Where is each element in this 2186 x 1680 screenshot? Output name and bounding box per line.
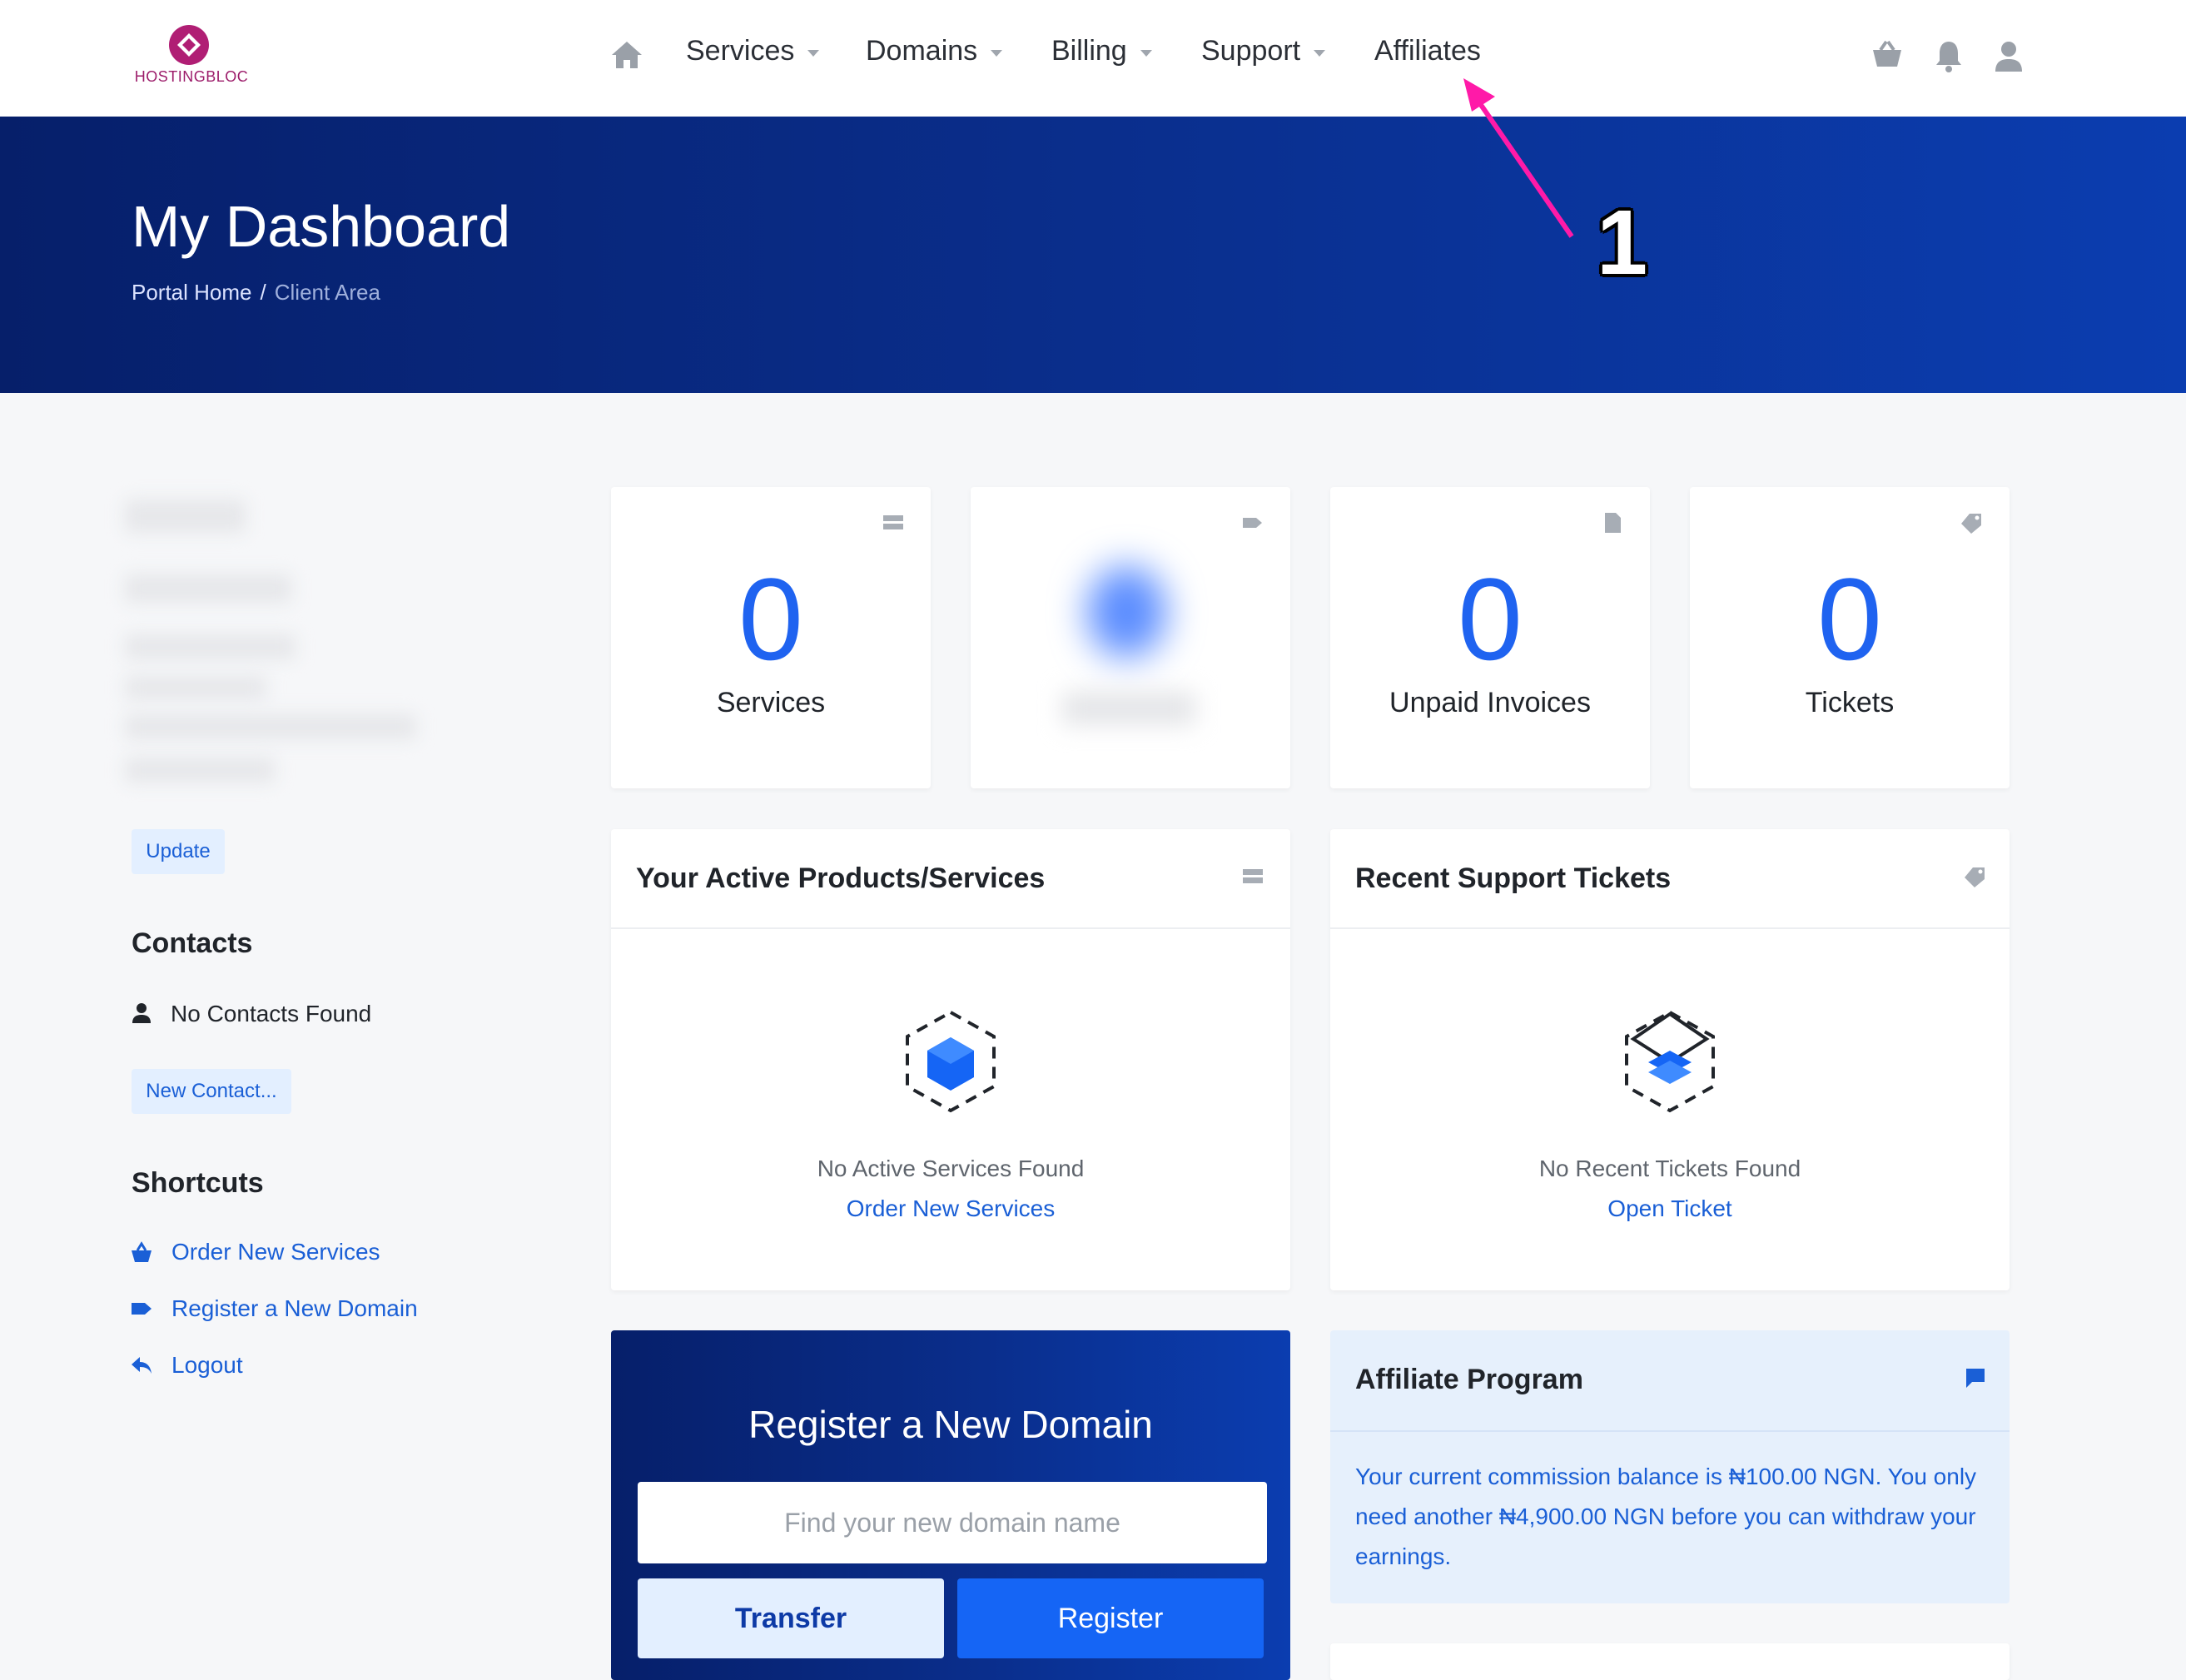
stat-card-services[interactable]: 0 Services — [611, 487, 931, 788]
bell-icon[interactable] — [1931, 38, 1966, 73]
shortcuts-heading: Shortcuts — [132, 1167, 264, 1199]
user-icon[interactable] — [1991, 38, 2026, 73]
home-icon[interactable] — [610, 40, 643, 70]
shortcut-logout[interactable]: Logout — [130, 1352, 243, 1379]
affiliate-program-panel: Affiliate Program Your current commissio… — [1330, 1330, 2010, 1603]
server-icon — [883, 515, 903, 529]
panel-divider — [1330, 1430, 2010, 1432]
cart-icon[interactable] — [1870, 38, 1905, 73]
no-active-services-text: No Active Services Found — [817, 1156, 1085, 1181]
empty-envelope-icon — [1625, 1010, 1715, 1113]
active-products-title: Your Active Products/Services — [636, 862, 1046, 894]
redacted-address-4 — [125, 758, 275, 783]
tickets-count: 0 — [1817, 554, 1882, 684]
shortcut-order-services[interactable]: Order New Services — [130, 1239, 380, 1265]
nav-billing[interactable]: Billing — [1051, 35, 1152, 67]
chevron-down-icon — [1140, 49, 1152, 57]
brand-name[interactable]: HOSTINGBLOC — [125, 68, 258, 86]
basket-icon — [132, 1241, 152, 1262]
ticket-icon — [1961, 514, 1981, 534]
chevron-down-icon — [807, 49, 820, 57]
new-contact-button[interactable]: New Contact... — [132, 1069, 291, 1114]
redacted-address-3 — [125, 714, 416, 739]
nav-services-label: Services — [686, 35, 795, 67]
register-domain-title: Register a New Domain — [748, 1403, 1153, 1446]
tag-icon — [1243, 518, 1262, 528]
active-products-panel: Your Active Products/Services No Active … — [611, 829, 1290, 1290]
breadcrumb-current: Client Area — [274, 280, 380, 305]
breadcrumb: Portal Home / Client Area — [132, 280, 380, 306]
shortcut-register-domain-label: Register a New Domain — [171, 1295, 418, 1321]
next-panel — [1330, 1643, 2010, 1680]
chevron-down-icon — [1314, 49, 1326, 57]
affiliate-program-title: Affiliate Program — [1355, 1364, 1583, 1395]
transfer-button[interactable]: Transfer — [638, 1578, 944, 1658]
nav-domains-label: Domains — [866, 35, 978, 67]
nav-billing-label: Billing — [1051, 35, 1127, 67]
tag-icon — [132, 1303, 152, 1315]
contacts-heading: Contacts — [132, 927, 253, 959]
page-title: My Dashboard — [132, 194, 511, 259]
update-button[interactable]: Update — [132, 829, 225, 874]
affiliate-commission-text: Your current commission balance is ₦100.… — [1355, 1464, 1977, 1569]
breadcrumb-separator: / — [260, 280, 266, 305]
panel-divider — [611, 927, 1290, 929]
stat-card-tickets[interactable]: 0 Tickets — [1690, 487, 2010, 788]
redacted-address-2 — [125, 676, 266, 699]
nav-domains[interactable]: Domains — [866, 35, 1003, 67]
register-domain-panel: Register a New Domain Transfer Register — [611, 1330, 1290, 1680]
user-icon — [132, 1003, 151, 1023]
nav-support[interactable]: Support — [1201, 35, 1326, 67]
top-navbar: HOSTINGBLOC Services Domains Billing Sup… — [0, 0, 2186, 117]
recent-tickets-panel: Recent Support Tickets No Recent Tickets… — [1330, 829, 2010, 1290]
domain-search-input[interactable] — [638, 1482, 1267, 1563]
ticket-icon — [1965, 867, 1985, 887]
nav-services[interactable]: Services — [686, 35, 820, 67]
document-icon — [1605, 513, 1621, 533]
shortcut-register-domain[interactable]: Register a New Domain — [130, 1295, 418, 1322]
reply-icon — [132, 1357, 152, 1374]
no-recent-tickets-text: No Recent Tickets Found — [1538, 1156, 1801, 1181]
register-button[interactable]: Register — [957, 1578, 1264, 1658]
invoices-count: 0 — [1458, 554, 1523, 684]
stat-card-redacted[interactable] — [971, 487, 1290, 788]
stat-card-invoices[interactable]: 0 Unpaid Invoices — [1330, 487, 1650, 788]
comment-icon — [1966, 1369, 1985, 1388]
redacted-address-1 — [125, 634, 296, 659]
nav-support-label: Support — [1201, 35, 1301, 67]
recent-tickets-title: Recent Support Tickets — [1355, 862, 1672, 894]
nav-affiliates-label: Affiliates — [1374, 35, 1481, 67]
open-ticket-link[interactable]: Open Ticket — [1330, 1195, 2010, 1222]
empty-box-icon — [906, 1010, 996, 1113]
tickets-label: Tickets — [1805, 687, 1895, 718]
redacted-stat-value — [1087, 566, 1166, 658]
chevron-down-icon — [991, 49, 1003, 57]
redacted-company — [125, 574, 291, 603]
brand-logo-icon[interactable] — [164, 23, 214, 67]
services-label: Services — [716, 687, 826, 718]
invoices-label: Unpaid Invoices — [1389, 687, 1591, 718]
no-contacts-text: No Contacts Found — [171, 1001, 372, 1026]
nav-affiliates[interactable]: Affiliates — [1374, 35, 1481, 67]
order-new-services-link[interactable]: Order New Services — [611, 1195, 1290, 1222]
services-count: 0 — [738, 554, 803, 684]
shortcut-order-services-label: Order New Services — [171, 1239, 380, 1265]
annotation-number: 1 — [1597, 191, 1648, 294]
shortcut-logout-label: Logout — [171, 1352, 243, 1378]
annotation-arrow-icon — [1463, 78, 1574, 238]
breadcrumb-home[interactable]: Portal Home — [132, 280, 252, 306]
redacted-stat-label — [1062, 692, 1195, 725]
panel-divider — [1330, 927, 2010, 929]
redacted-name — [125, 500, 246, 533]
server-icon — [1243, 869, 1263, 883]
